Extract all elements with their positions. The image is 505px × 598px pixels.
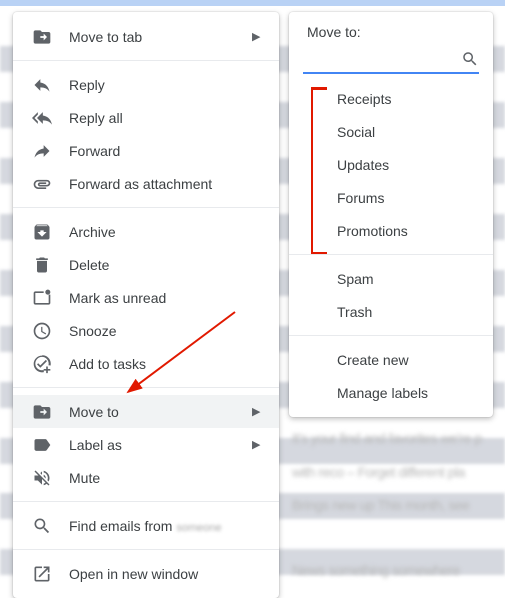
snooze-icon	[31, 321, 53, 341]
menu-forward[interactable]: Forward	[13, 134, 279, 167]
submenu-label-updates[interactable]: Updates	[289, 148, 493, 181]
divider	[13, 501, 279, 502]
menu-item-label: Snooze	[69, 323, 264, 339]
mark-unread-icon	[31, 288, 53, 308]
submenu-create-new[interactable]: Create new	[289, 343, 493, 376]
menu-item-label: Delete	[69, 257, 264, 273]
move-to-submenu: Move to: Receipts Social Updates Forums …	[289, 12, 493, 417]
menu-label-as[interactable]: Label as ▶	[13, 428, 279, 461]
menu-item-label: Forward	[69, 143, 264, 159]
menu-delete[interactable]: Delete	[13, 248, 279, 281]
delete-icon	[31, 255, 53, 275]
divider	[13, 60, 279, 61]
mute-icon	[31, 468, 53, 488]
menu-item-label: Archive	[69, 224, 264, 240]
move-to-icon	[31, 402, 53, 422]
menu-forward-attachment[interactable]: Forward as attachment	[13, 167, 279, 200]
menu-find-emails-from[interactable]: Find emails from someone	[13, 509, 279, 542]
menu-snooze[interactable]: Snooze	[13, 314, 279, 347]
menu-add-to-tasks[interactable]: Add to tasks	[13, 347, 279, 380]
archive-icon	[31, 222, 53, 242]
reply-icon	[31, 75, 53, 95]
search-icon	[31, 516, 53, 536]
search-icon	[461, 50, 479, 71]
submenu-label-receipts[interactable]: Receipts	[289, 82, 493, 115]
menu-item-label: Mark as unread	[69, 290, 264, 306]
reply-all-icon	[31, 108, 53, 128]
submenu-spam[interactable]: Spam	[289, 262, 493, 295]
divider	[289, 335, 493, 336]
chevron-right-icon: ▶	[252, 30, 264, 43]
menu-reply-all[interactable]: Reply all	[13, 101, 279, 134]
menu-reply[interactable]: Reply	[13, 68, 279, 101]
attachment-icon	[31, 174, 53, 194]
open-in-new-icon	[31, 564, 53, 584]
label-icon	[31, 435, 53, 455]
submenu-title: Move to:	[289, 22, 493, 48]
divider	[13, 387, 279, 388]
submenu-manage-labels[interactable]: Manage labels	[289, 376, 493, 409]
menu-mute[interactable]: Mute	[13, 461, 279, 494]
submenu-label-social[interactable]: Social	[289, 115, 493, 148]
drive-file-move-icon	[31, 27, 53, 47]
submenu-label-promotions[interactable]: Promotions	[289, 214, 493, 247]
context-menu: Move to tab ▶ Reply Reply all Forward Fo…	[13, 12, 279, 598]
menu-item-label: Label as	[69, 437, 252, 453]
menu-item-label: Add to tasks	[69, 356, 264, 372]
menu-move-to[interactable]: Move to ▶	[13, 395, 279, 428]
menu-item-label: Open in new window	[69, 566, 264, 582]
add-task-icon	[31, 354, 53, 374]
menu-open-new-window[interactable]: Open in new window	[13, 557, 279, 590]
menu-item-label: Mute	[69, 470, 264, 486]
menu-mark-unread[interactable]: Mark as unread	[13, 281, 279, 314]
submenu-trash[interactable]: Trash	[289, 295, 493, 328]
menu-archive[interactable]: Archive	[13, 215, 279, 248]
menu-item-label: Move to	[69, 404, 252, 420]
menu-item-label: Reply all	[69, 110, 264, 126]
submenu-label-forums[interactable]: Forums	[289, 181, 493, 214]
divider	[13, 207, 279, 208]
forward-icon	[31, 141, 53, 161]
menu-item-label: Move to tab	[69, 29, 252, 45]
chevron-right-icon: ▶	[252, 405, 264, 418]
menu-item-label: Forward as attachment	[69, 176, 264, 192]
submenu-search-input[interactable]	[303, 48, 479, 74]
menu-item-label: Reply	[69, 77, 264, 93]
divider	[13, 549, 279, 550]
menu-item-label: Find emails from someone	[69, 518, 264, 534]
menu-move-to-tab[interactable]: Move to tab ▶	[13, 20, 279, 53]
chevron-right-icon: ▶	[252, 438, 264, 451]
divider	[289, 254, 493, 255]
